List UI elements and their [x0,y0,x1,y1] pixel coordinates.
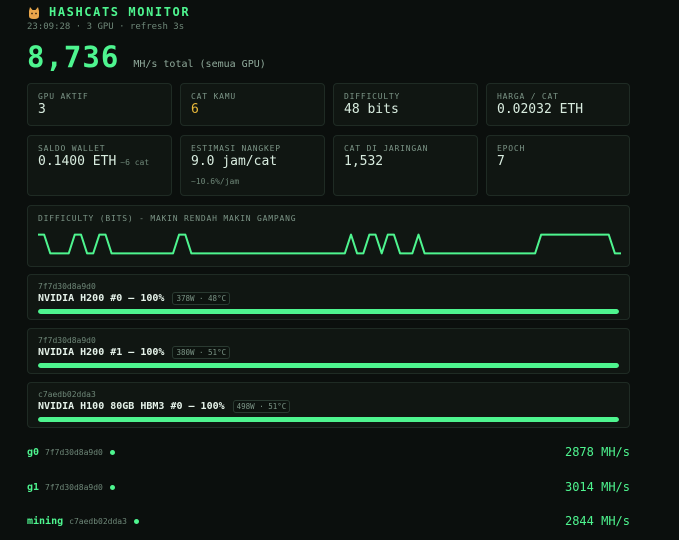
gpu-card: 7f7d30d8a9d0 NVIDIA H200 #1 — 100% 380W … [27,328,630,374]
header: HASHCATS MONITOR 23:09:28 · 3 GPU · refr… [27,4,190,32]
stat-harga-cat: HARGA / CAT 0.02032 ETH [486,83,630,126]
worker-name: g0 [27,446,40,458]
gpu-card: c7aedb02dda3 NVIDIA H100 80GB HBM3 #0 — … [27,382,630,428]
worker-row: g0 7f7d30d8a9d0 2878 MH/s [27,444,630,460]
gpu-name-row: NVIDIA H200 #0 — 100% 378W · 48°C [38,292,231,305]
stat-cat-jaringan: CAT DI JARINGAN 1,532 [333,135,478,196]
stat-label: DIFFICULTY [344,92,401,101]
header-subtitle: 23:09:28 · 3 GPU · refresh 3s [27,22,185,32]
worker-hashrate: 2878 MH/s [564,445,630,459]
total-hashrate-value: 8,736 [27,40,120,74]
title-row: HASHCATS MONITOR [27,4,190,20]
stat-value: 9.0 jam/cat [191,154,278,169]
stat-value: 3 [38,102,46,117]
stat-note: ~10.6%/jam [191,177,240,186]
stat-value: 0.02032 ETH [497,102,584,117]
status-dot-icon [109,449,115,455]
gpu-name: NVIDIA H200 #1 — 100% [38,347,165,358]
stat-difficulty: DIFFICULTY 48 bits [333,83,478,126]
cat-icon [27,5,41,19]
stat-saldo-wallet: SALDO WALLET 0.1400 ETH ~6 cat [27,135,172,196]
gpu-stats-badge: 498W · 51°C [232,400,291,413]
chart-title: DIFFICULTY (BITS) - MAKIN RENDAH MAKIN G… [38,214,297,223]
worker-name: g1 [27,481,40,493]
stat-cat-kamu: CAT KAMU 6 [180,83,325,126]
stat-label: SALDO WALLET [38,144,106,153]
gpu-name: NVIDIA H200 #0 — 100% [38,293,165,304]
worker-row: g1 7f7d30d8a9d0 3014 MH/s [27,479,630,495]
app-title: HASHCATS MONITOR [49,5,191,19]
worker-id: 7f7d30d8a9d0 [45,482,103,492]
difficulty-chart-plot [38,233,621,255]
stat-label: HARGA / CAT [497,92,559,101]
stat-gpu-aktif: GPU AKTIF 3 [27,83,172,126]
gpu-util-bar [38,363,619,368]
status-dot-icon [133,518,139,524]
gpu-id: c7aedb02dda3 [38,390,96,399]
gpu-name-row: NVIDIA H200 #1 — 100% 380W · 51°C [38,346,231,359]
status-dot-icon [109,484,115,490]
stat-value: 7 [497,154,505,169]
gpu-id: 7f7d30d8a9d0 [38,282,96,291]
worker-id: 7f7d30d8a9d0 [45,447,103,457]
gpu-util-fill [38,363,619,368]
difficulty-chart: DIFFICULTY (BITS) - MAKIN RENDAH MAKIN G… [27,205,630,267]
stat-estimasi-nangkep: ESTIMASI NANGKEP 9.0 jam/cat ~10.6%/jam [180,135,325,196]
gpu-id: 7f7d30d8a9d0 [38,336,96,345]
stat-value: 1,532 [344,154,384,169]
stat-value: 48 bits [344,102,399,117]
stat-value: 0.1400 ETH ~6 cat [38,154,149,169]
gpu-util-fill [38,417,619,422]
gpu-card: 7f7d30d8a9d0 NVIDIA H200 #0 — 100% 378W … [27,274,630,320]
gpu-util-fill [38,309,619,314]
gpu-stats-badge: 378W · 48°C [172,292,231,305]
worker-row: mining c7aedb02dda3 2844 MH/s [27,513,630,529]
gpu-util-bar [38,417,619,422]
gpu-stats-badge: 380W · 51°C [172,346,231,359]
gpu-name: NVIDIA H100 80GB HBM3 #0 — 100% [38,401,225,412]
total-hashrate: 8,736 MH/s total (semua GPU) [27,40,266,74]
difficulty-series-line [38,233,621,255]
worker-hashrate: 3014 MH/s [564,480,630,494]
gpu-name-row: NVIDIA H100 80GB HBM3 #0 — 100% 498W · 5… [38,400,291,413]
worker-hashrate: 2844 MH/s [564,514,630,528]
stat-value-extra: ~6 cat [120,158,150,167]
worker-name: mining [27,515,64,527]
total-hashrate-label: MH/s total (semua GPU) [133,59,266,70]
stat-label: ESTIMASI NANGKEP [191,144,281,153]
stat-label: CAT KAMU [191,92,236,101]
stat-label: GPU AKTIF [38,92,89,101]
worker-id: c7aedb02dda3 [69,516,127,526]
stat-label: EPOCH [497,144,526,153]
stat-value-text: 0.1400 ETH [38,154,117,169]
stat-value: 6 [191,102,199,117]
gpu-util-bar [38,309,619,314]
stat-label: CAT DI JARINGAN [344,144,429,153]
stat-epoch: EPOCH 7 [486,135,630,196]
